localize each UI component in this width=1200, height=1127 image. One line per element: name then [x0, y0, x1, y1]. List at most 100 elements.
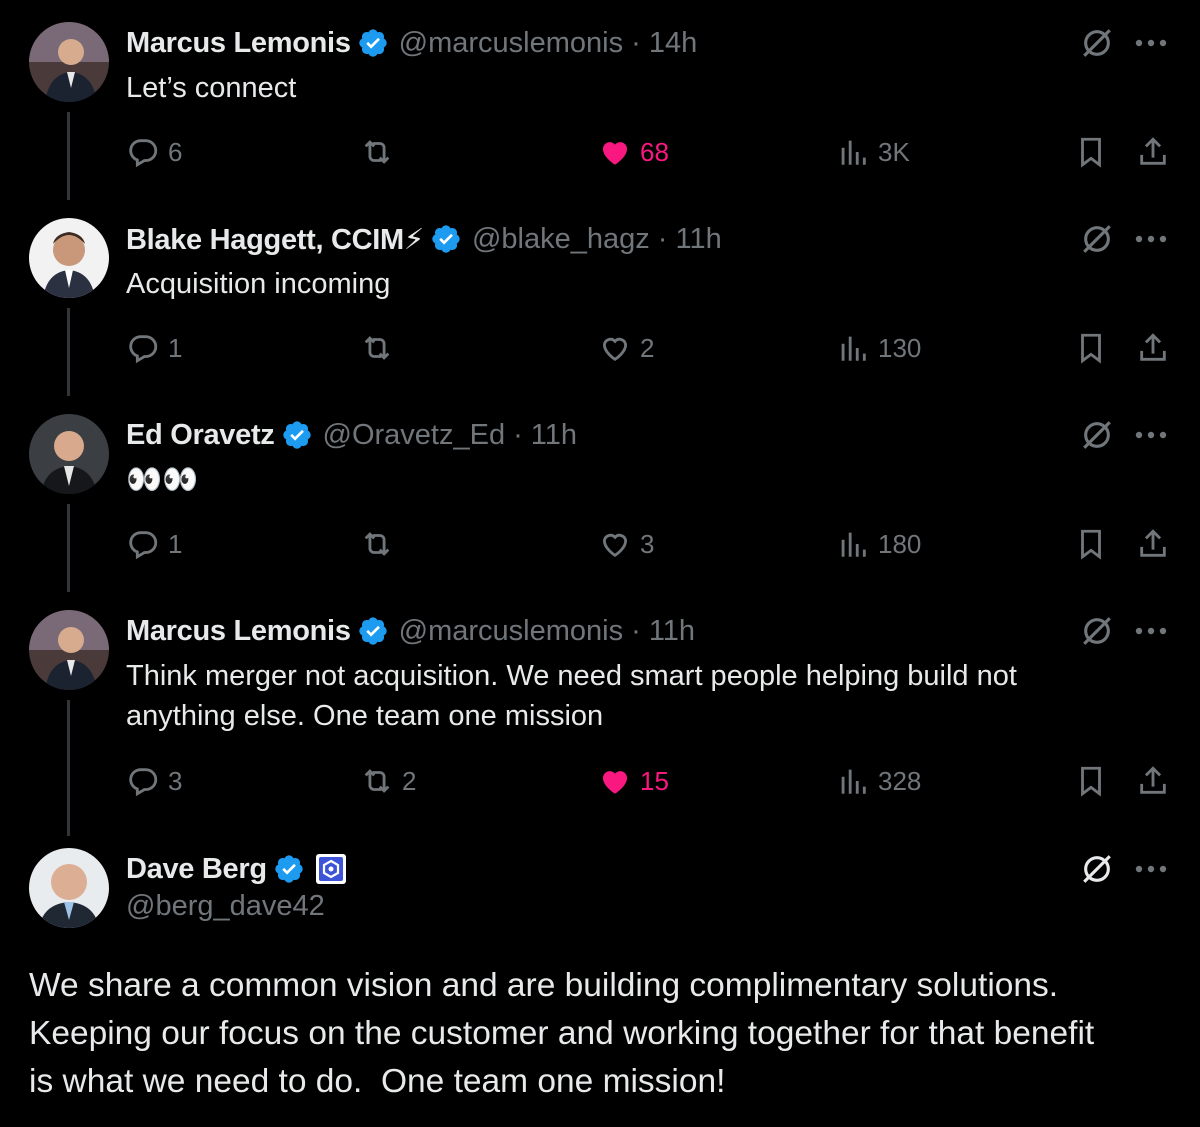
like-count: 68: [640, 136, 669, 167]
heart-filled-icon: [602, 142, 628, 165]
author-handle[interactable]: @blake_hagz: [472, 223, 650, 256]
verified-badge-icon: [282, 421, 311, 449]
timestamp[interactable]: · 11h: [631, 615, 695, 648]
reply-button[interactable]: 1: [126, 524, 182, 564]
tweet-text: Acquisition incoming: [126, 268, 391, 300]
avatar[interactable]: [29, 218, 109, 298]
author-name[interactable]: Blake Haggett, CCIM⚡: [126, 222, 424, 257]
share-icon: [1140, 529, 1166, 557]
like-button[interactable]: 3: [598, 524, 654, 564]
affiliate-badge-icon[interactable]: [315, 853, 347, 885]
reply-button[interactable]: 1: [126, 328, 182, 368]
like-button[interactable]: 68: [598, 132, 669, 172]
views-button[interactable]: 130: [836, 328, 921, 368]
views-icon: [841, 532, 866, 557]
views-icon: [841, 140, 866, 165]
heart-icon: [602, 533, 628, 558]
verified-badge-icon: [358, 617, 387, 645]
bookmark-icon: [1081, 766, 1101, 797]
reply-count: 1: [168, 528, 183, 559]
avatar[interactable]: [29, 414, 109, 494]
share-icon: [1140, 333, 1166, 361]
retweet-icon: [364, 769, 390, 793]
retweet-count: 2: [402, 765, 417, 796]
heart-icon: [602, 337, 628, 362]
more-options-icon[interactable]: [1134, 234, 1168, 244]
more-options-icon[interactable]: [1134, 38, 1168, 48]
like-count: 15: [640, 765, 669, 796]
bookmark-icon: [1081, 529, 1101, 560]
main-tweet-line: Keeping our focus on the customer and wo…: [29, 1015, 1095, 1052]
main-tweet-line: We share a common vision and are buildin…: [29, 967, 1059, 1004]
reply-button[interactable]: 3: [126, 761, 182, 801]
timestamp[interactable]: · 14h: [631, 27, 697, 60]
avatar[interactable]: [29, 610, 109, 690]
bookmark-button[interactable]: [1074, 328, 1108, 368]
timestamp[interactable]: · 11h: [658, 223, 722, 256]
like-count: 2: [640, 332, 655, 363]
author-handle[interactable]: @marcuslemonis: [399, 27, 623, 60]
bookmark-icon: [1081, 137, 1101, 168]
share-icon: [1140, 137, 1166, 165]
reply-icon: [129, 768, 158, 797]
author-name[interactable]: Marcus Lemonis: [126, 27, 351, 60]
reply-count: 1: [168, 332, 183, 363]
more-options-icon[interactable]: [1134, 864, 1168, 874]
verified-badge-icon: [432, 225, 460, 253]
like-count: 3: [640, 528, 655, 559]
author-handle[interactable]: @Oravetz_Ed: [323, 419, 506, 452]
views-button[interactable]: 328: [836, 761, 921, 801]
bookmark-button[interactable]: [1074, 524, 1108, 564]
tweet-text: Think merger not acquisition. We need sm…: [126, 656, 1126, 736]
author-name[interactable]: Dave Berg: [126, 853, 267, 886]
heart-filled-icon: [602, 771, 628, 794]
reply-count: 6: [168, 136, 183, 167]
retweet-button[interactable]: [360, 132, 394, 172]
share-button[interactable]: [1136, 328, 1170, 368]
views-icon: [841, 769, 866, 794]
like-button[interactable]: 15: [598, 761, 669, 801]
view-count: 3K: [878, 136, 910, 167]
author-handle[interactable]: @marcuslemonis: [399, 615, 623, 648]
retweet-button[interactable]: [360, 524, 394, 564]
main-tweet-text: We share a common vision and are buildin…: [29, 962, 1179, 1106]
grok-icon[interactable]: [1080, 418, 1114, 452]
view-count: 180: [878, 528, 922, 559]
reply-button[interactable]: 6: [126, 132, 182, 172]
verified-badge-icon: [358, 29, 387, 57]
verified-badge-icon: [275, 855, 303, 883]
tweet-text: 👀👀: [126, 464, 199, 496]
author-name[interactable]: Marcus Lemonis: [126, 615, 351, 648]
author-handle[interactable]: @berg_dave42: [126, 890, 325, 923]
grok-icon[interactable]: [1080, 614, 1114, 648]
more-options-icon[interactable]: [1134, 626, 1168, 636]
grok-icon[interactable]: [1080, 222, 1114, 256]
reply-count: 3: [168, 765, 183, 796]
retweet-button[interactable]: 2: [360, 761, 416, 801]
avatar[interactable]: [29, 22, 109, 102]
bookmark-icon: [1081, 333, 1101, 364]
timestamp[interactable]: · 11h: [513, 419, 577, 452]
more-options-icon[interactable]: [1134, 430, 1168, 440]
reply-icon: [129, 139, 158, 168]
like-button[interactable]: 2: [598, 328, 654, 368]
main-tweet-line: is what we need to do. One team one miss…: [29, 1063, 726, 1100]
share-button[interactable]: [1136, 132, 1170, 172]
share-button[interactable]: [1136, 761, 1170, 801]
retweet-button[interactable]: [360, 328, 394, 368]
share-button[interactable]: [1136, 524, 1170, 564]
tweet-text: Let’s connect: [126, 72, 297, 104]
views-button[interactable]: 180: [836, 524, 921, 564]
tweet-text-line: Think merger not acquisition. We need sm…: [126, 660, 1017, 692]
avatar[interactable]: [29, 848, 109, 928]
reply-icon: [129, 531, 158, 560]
share-icon: [1140, 766, 1166, 794]
view-count: 328: [878, 765, 922, 796]
bookmark-button[interactable]: [1074, 761, 1108, 801]
grok-icon[interactable]: [1080, 26, 1114, 60]
author-name[interactable]: Ed Oravetz: [126, 419, 275, 452]
bookmark-button[interactable]: [1074, 132, 1108, 172]
grok-icon[interactable]: [1080, 852, 1114, 886]
reply-icon: [129, 335, 158, 364]
views-button[interactable]: 3K: [836, 132, 910, 172]
